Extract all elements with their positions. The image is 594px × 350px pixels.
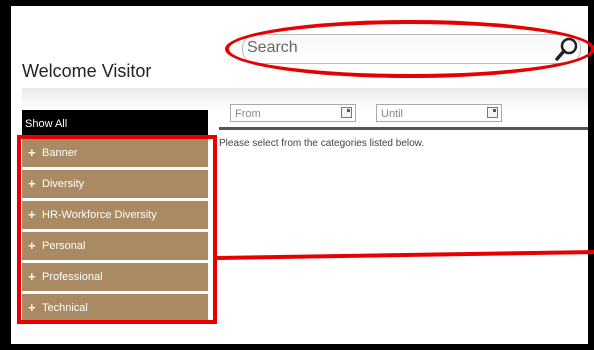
category-item-hr-workforce-diversity[interactable]: + HR-Workforce Diversity [22,201,208,232]
welcome-heading: Welcome Visitor [22,61,152,81]
calendar-icon[interactable] [487,107,498,118]
search-input[interactable] [243,35,547,61]
category-item-professional[interactable]: + Professional [22,263,208,294]
category-item-diversity[interactable]: + Diversity [22,170,208,201]
category-label: HR-Workforce Diversity [42,209,157,221]
from-date-value: From [235,108,261,120]
plus-icon: + [28,269,36,284]
from-date-field[interactable]: From [230,104,356,122]
magnifier-icon[interactable] [554,36,580,62]
plus-icon: + [28,207,36,222]
category-label: Banner [42,147,78,159]
calendar-icon[interactable] [341,107,352,118]
category-list: + Banner + Diversity + HR-Workforce Dive… [22,139,208,322]
category-label: Technical [42,302,88,314]
until-date-value: Until [381,108,404,120]
show-all-button[interactable]: Show All [22,110,208,138]
category-label: Professional [42,271,103,283]
category-item-banner[interactable]: + Banner [22,139,208,170]
category-item-personal[interactable]: + Personal [22,232,208,263]
plus-icon: + [28,300,36,315]
category-label: Personal [42,240,86,252]
category-item-technical[interactable]: + Technical [22,294,208,322]
until-date-field[interactable]: Until [376,104,502,122]
instruction-text: Please select from the categories listed… [219,138,425,149]
plus-icon: + [28,145,36,160]
plus-icon: + [28,238,36,253]
search-box[interactable] [242,34,581,64]
category-label: Diversity [42,178,85,190]
plus-icon: + [28,176,36,191]
content-divider [219,127,588,130]
